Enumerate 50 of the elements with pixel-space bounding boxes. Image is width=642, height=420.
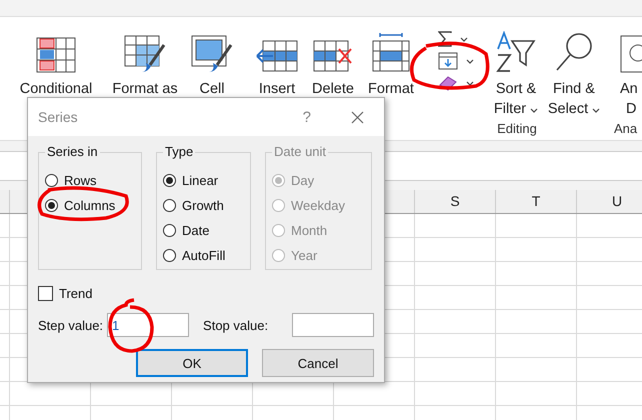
search-icon (554, 31, 594, 73)
group-title: Series in (45, 144, 100, 159)
group-title: Date unit (272, 144, 328, 159)
radio-button[interactable] (163, 174, 176, 187)
format-table-icon (124, 35, 166, 73)
fill-down-icon[interactable] (438, 52, 458, 70)
ribbon-button[interactable]: Find & Select (544, 17, 604, 120)
option-label[interactable]: Rows (64, 173, 97, 188)
format-cells-icon (372, 33, 410, 73)
option-label[interactable]: Growth (182, 198, 224, 213)
autosum-icon[interactable] (438, 31, 452, 47)
eraser-icon[interactable] (438, 75, 458, 91)
group-label: Editing (496, 121, 538, 138)
ribbon-button[interactable]: Sort & Filter (488, 17, 544, 120)
caret-icon (466, 58, 474, 64)
sort-filter-icon (496, 31, 536, 73)
input-field[interactable]: 1 (107, 313, 190, 337)
radio-button[interactable] (163, 224, 176, 237)
caret-icon (460, 36, 468, 42)
checkbox[interactable] (38, 286, 53, 301)
radio-button[interactable] (163, 249, 176, 262)
dialog-title: Series (38, 109, 79, 125)
caret-icon (466, 80, 474, 86)
column-header[interactable]: S (414, 190, 495, 213)
radio-button[interactable] (45, 199, 58, 212)
input-field[interactable] (292, 313, 374, 337)
dialog-button[interactable]: OK (136, 349, 248, 377)
cell-styles-icon (191, 35, 233, 73)
option-label[interactable]: Date (182, 223, 210, 238)
dialog-button[interactable]: Cancel (262, 349, 374, 377)
column-header[interactable]: U (576, 190, 642, 213)
caret-icon (530, 108, 538, 113)
ribbon-button[interactable]: An D (614, 17, 642, 120)
delete-cells-icon (313, 39, 353, 73)
radio-button[interactable] (45, 174, 58, 187)
group-label: Ana (614, 121, 638, 138)
help-button[interactable]: ? (302, 108, 311, 126)
caret-icon (592, 108, 600, 113)
field-label: Step value: (38, 318, 104, 332)
field-label: Stop value: (203, 318, 268, 332)
insert-cells-icon (255, 39, 299, 73)
radio-button[interactable] (163, 199, 176, 212)
checkbox-label[interactable]: Trend (59, 286, 92, 301)
option-label[interactable]: Columns (64, 198, 116, 213)
option-label[interactable]: Linear (182, 173, 218, 188)
column-header[interactable]: T (495, 190, 576, 213)
close-icon[interactable] (351, 110, 364, 124)
group-title: Type (163, 144, 196, 159)
option-label[interactable]: AutoFill (182, 248, 226, 263)
conditional-format-icon (36, 37, 76, 73)
